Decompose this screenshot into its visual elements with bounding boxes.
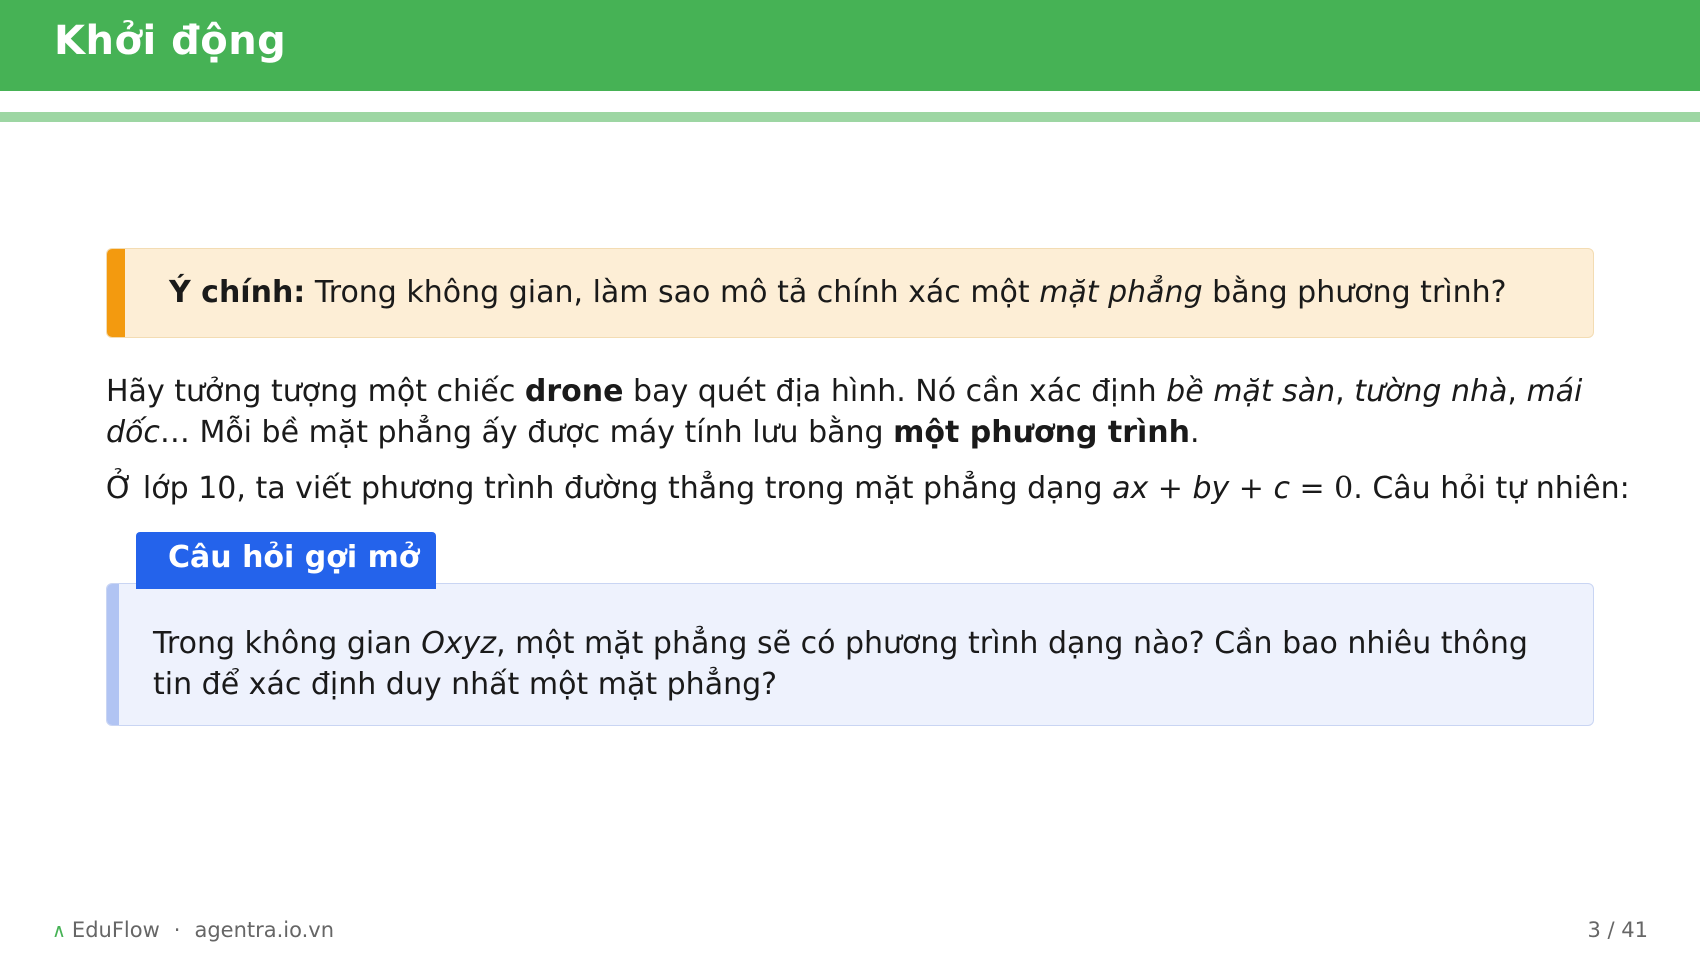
key-idea-text: Ý chính: Trong không gian, làm sao mô tả…	[169, 273, 1507, 313]
line-equation: ax + by + c = 0	[1112, 471, 1353, 506]
key-idea-text-part: Trong không gian, làm sao mô tả chính xá…	[305, 275, 1040, 310]
footer-brand-name: EduFlow	[71, 918, 160, 942]
paragraph-bold: một phương trình	[893, 415, 1190, 450]
question-accent-bar	[107, 584, 119, 725]
paragraph-text: ,	[1335, 374, 1355, 409]
paragraph-italic: bề mặt sàn	[1166, 374, 1336, 409]
paragraph-text: ,	[1507, 374, 1527, 409]
key-idea-text-part: bằng phương trình?	[1202, 275, 1507, 310]
equation-term: by	[1192, 471, 1230, 506]
footer-brand: ∧ EduFlow · agentra.io.vn	[52, 918, 334, 942]
footer-site: agentra.io.vn	[194, 918, 335, 942]
slide-title-bar: Khởi động	[0, 0, 1700, 91]
key-idea-box: Ý chính: Trong không gian, làm sao mô tả…	[106, 248, 1594, 338]
key-idea-label: Ý chính:	[169, 275, 306, 310]
equation-operator: +	[1148, 471, 1193, 506]
eduflow-logo-icon: ∧	[52, 920, 66, 942]
paragraph-italic: tường nhà	[1354, 374, 1508, 409]
equation-term: ax	[1112, 471, 1149, 506]
paragraph-text: Ở lớp 10, ta viết phương trình đường thẳ…	[106, 471, 1113, 506]
paragraph-text: … Mỗi bề mặt phẳng ấy được máy tính lưu …	[159, 415, 894, 450]
question-text-part: Trong không gian	[153, 626, 422, 661]
key-idea-accent-bar	[107, 249, 125, 337]
equation-term: c	[1273, 471, 1290, 506]
footer-separator: ·	[173, 918, 181, 942]
intro-paragraph: Hãy tưởng tượng một chiếc drone bay quét…	[106, 371, 1606, 453]
question-box: Trong không gian Oxyz, một mặt phẳng sẽ …	[106, 583, 1594, 726]
question-italic: Oxyz	[421, 626, 497, 661]
key-idea-emphasis: mặt phẳng	[1039, 275, 1203, 310]
question-text: Trong không gian Oxyz, một mặt phẳng sẽ …	[153, 623, 1573, 705]
line-equation-paragraph: Ở lớp 10, ta viết phương trình đường thẳ…	[106, 468, 1630, 509]
page-number: 3 / 41	[1587, 918, 1648, 942]
paragraph-text: bay quét địa hình. Nó cần xác định	[623, 374, 1167, 409]
question-box-tab: Câu hỏi gợi mở	[136, 532, 436, 589]
equation-rhs: = 0	[1289, 471, 1354, 506]
equation-operator: +	[1229, 471, 1274, 506]
paragraph-text: . Câu hỏi tự nhiên:	[1353, 471, 1630, 506]
paragraph-text: .	[1190, 415, 1200, 450]
paragraph-text: Hãy tưởng tượng một chiếc	[106, 374, 525, 409]
slide-title: Khởi động	[54, 18, 287, 64]
paragraph-bold: drone	[524, 374, 624, 409]
title-underline	[0, 112, 1700, 122]
